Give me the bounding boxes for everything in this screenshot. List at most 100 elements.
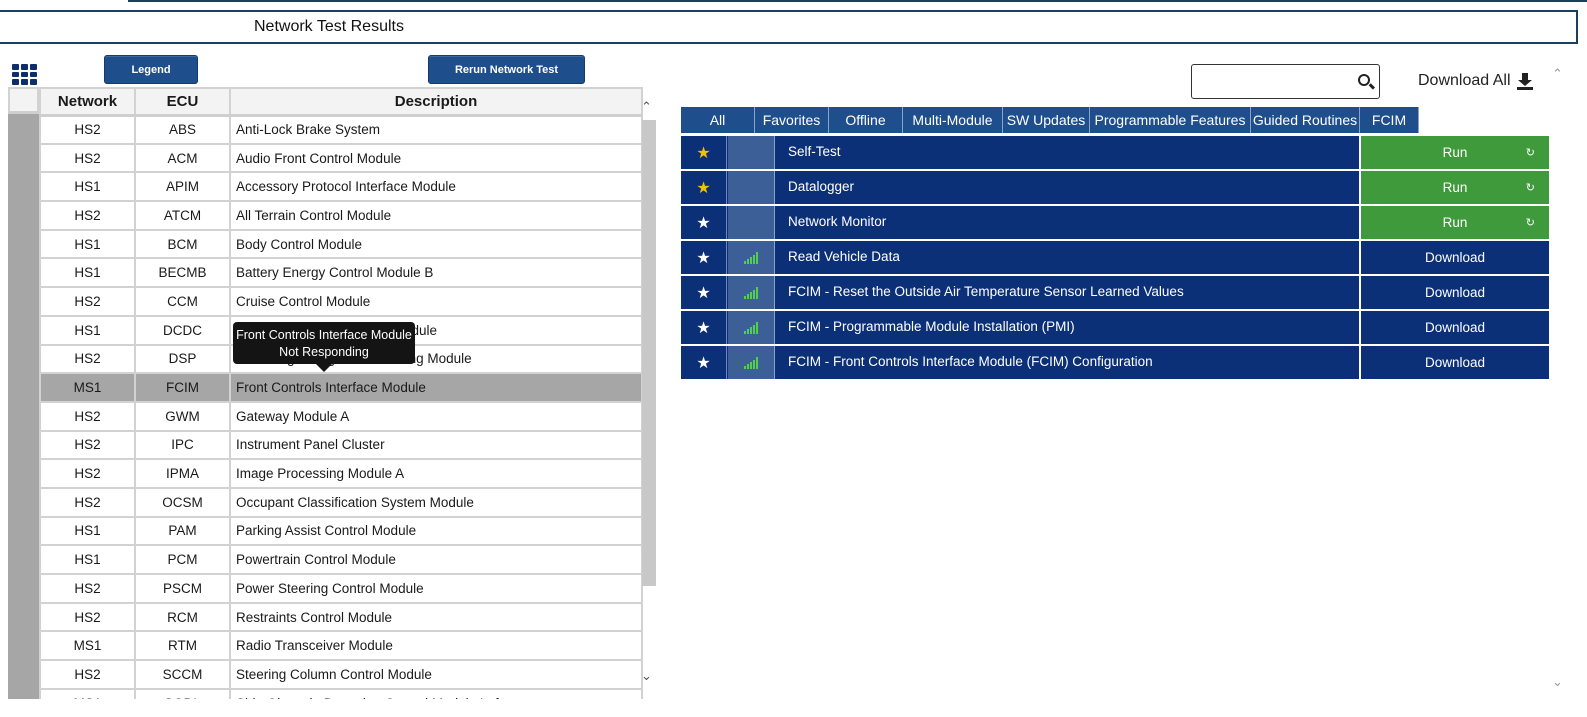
search-icon[interactable] — [1358, 74, 1370, 86]
table-row[interactable]: HS2 GWM Gateway Module A — [39, 400, 643, 432]
tab-sw-updates[interactable]: SW Updates — [1003, 107, 1090, 133]
table-row-gutter — [8, 114, 39, 699]
routine-row[interactable]: ★ FCIM - Programmable Module Installation… — [681, 311, 1549, 344]
tooltip-status: Not Responding — [279, 345, 369, 359]
grid-menu-icon[interactable] — [12, 64, 37, 86]
cell-description: Power Steering Control Module — [229, 573, 643, 604]
refresh-icon: ↻ — [1525, 217, 1535, 229]
cell-network: HS2 — [39, 458, 136, 489]
table-row[interactable]: HS2 IPMA Image Processing Module A — [39, 458, 643, 489]
routine-row[interactable]: ★ Read Vehicle Data Download — [681, 241, 1549, 274]
table-row[interactable]: HS2 CCM Cruise Control Module — [39, 286, 643, 317]
cell-network: HS2 — [39, 659, 136, 690]
routine-row[interactable]: ★ FCIM - Front Controls Interface Module … — [681, 346, 1549, 379]
scroll-down-icon[interactable]: ⌄ — [641, 668, 652, 684]
tab-all[interactable]: All — [681, 107, 755, 133]
tooltip-module-name: Front Controls Interface Module — [236, 328, 412, 342]
table-row[interactable]: HS1 PAM Parking Assist Control Module — [39, 515, 643, 547]
download-button[interactable]: Download — [1359, 346, 1549, 379]
legend-button[interactable]: Legend — [104, 55, 198, 84]
routine-row[interactable]: ★ Self-Test Run ↻ — [681, 136, 1549, 169]
cell-description: Steering Column Control Module — [229, 659, 643, 690]
run-button[interactable]: Run ↻ — [1359, 171, 1549, 204]
cell-ecu: APIM — [134, 171, 231, 203]
table-row[interactable]: HS2 RCM Restraints Control Module — [39, 601, 643, 633]
action-label: Run — [1442, 215, 1468, 230]
scroll-up-icon[interactable]: ⌃ — [641, 99, 652, 115]
download-button[interactable]: Download — [1359, 241, 1549, 274]
download-button[interactable]: Download — [1359, 311, 1549, 344]
table-row[interactable]: HS2 PSCM Power Steering Control Module — [39, 573, 643, 604]
favorite-star-icon[interactable]: ★ — [681, 136, 727, 169]
download-all-label: Download All — [1418, 72, 1511, 89]
refresh-icon: ↻ — [1525, 147, 1535, 159]
cell-network: HS1 — [39, 228, 136, 260]
table-row[interactable]: HS1 BCM Body Control Module — [39, 228, 643, 260]
page-scroll-up-icon[interactable]: ⌃ — [1552, 66, 1563, 82]
table-row[interactable]: HS2 ATCM All Terrain Control Module — [39, 200, 643, 231]
run-button[interactable]: Run ↻ — [1359, 136, 1549, 169]
cell-network: HS2 — [39, 286, 136, 317]
download-all-button[interactable]: Download All — [1418, 72, 1533, 90]
cell-network: HS2 — [39, 486, 136, 518]
cell-description: Anti-Lock Brake System — [229, 114, 643, 145]
routine-name: Read Vehicle Data — [788, 249, 900, 264]
table-scrollbar-thumb[interactable] — [642, 120, 656, 586]
action-label: Download — [1424, 355, 1486, 370]
page-title: Network Test Results — [254, 18, 404, 35]
favorite-star-icon[interactable]: ★ — [681, 241, 727, 274]
cell-network: HS2 — [39, 573, 136, 604]
table-row[interactable]: MS1SODLSide Obstacle Detection Control M… — [39, 687, 643, 699]
tab-offline[interactable]: Offline — [829, 107, 903, 133]
table-row[interactable]: HS2 IPC Instrument Panel Cluster — [39, 429, 643, 461]
table-row[interactable]: HS2 SCCM Steering Column Control Module — [39, 659, 643, 690]
column-header-description[interactable]: Description — [229, 87, 643, 117]
table-row[interactable]: HS1 APIM Accessory Protocol Interface Modu… — [39, 171, 643, 203]
table-row[interactable]: HS2 OCSM Occupant Classification System Mo… — [39, 486, 643, 518]
table-header-gutter — [8, 87, 39, 114]
action-label: Download — [1424, 250, 1486, 265]
cell-description: Side Obstacle Detection Control Module L… — [229, 687, 643, 699]
download-button[interactable]: Download — [1359, 276, 1549, 309]
search-box[interactable] — [1191, 64, 1380, 99]
cell-network: HS1 — [39, 257, 136, 289]
routine-row[interactable]: ★ Datalogger Run ↻ — [681, 171, 1549, 204]
search-input[interactable] — [1198, 71, 1348, 93]
tab-programmable-features[interactable]: Programmable Features — [1090, 107, 1251, 133]
table-scrollbar[interactable] — [640, 100, 657, 688]
routine-tabs: All Favorites Offline Multi-Module SW Update… — [681, 107, 1419, 133]
cell-network: HS1 — [39, 171, 136, 203]
table-row[interactable]: HS1 PCM Powertrain Control Module — [39, 544, 643, 575]
tab-favorites[interactable]: Favorites — [755, 107, 829, 133]
routine-row[interactable]: ★ Network Monitor Run ↻ — [681, 206, 1549, 239]
action-label: Run — [1442, 145, 1468, 160]
table-row[interactable]: HS2 ABS Anti-Lock Brake System — [39, 114, 643, 145]
table-row[interactable]: MS1 FCIM Front Controls Interface Module — [39, 372, 643, 403]
column-header-network[interactable]: Network — [39, 87, 136, 117]
routine-list: ★ Self-Test Run ↻ ★ Datalogger Run ↻ ★ Network Mo… — [681, 136, 1549, 381]
tab-fcim[interactable]: FCIM — [1360, 107, 1419, 133]
favorite-star-icon[interactable]: ★ — [681, 346, 727, 379]
cell-description: Gateway Module A — [229, 400, 643, 432]
cell-ecu: DCDC — [134, 314, 231, 346]
rerun-network-test-button[interactable]: Rerun Network Test — [428, 55, 585, 84]
run-button[interactable]: Run ↻ — [1359, 206, 1549, 239]
routine-name: Datalogger — [788, 179, 855, 194]
favorite-star-icon[interactable]: ★ — [681, 276, 727, 309]
column-header-ecu[interactable]: ECU — [134, 87, 231, 117]
cell-network: MS1 — [39, 687, 136, 699]
routine-name: Self-Test — [788, 144, 841, 159]
favorite-star-icon[interactable]: ★ — [681, 311, 727, 344]
table-row[interactable]: HS2 ACM Audio Front Control Module — [39, 142, 643, 174]
favorite-star-icon[interactable]: ★ — [681, 206, 727, 239]
signal-cell — [728, 311, 775, 344]
tab-guided-routines[interactable]: Guided Routines — [1251, 107, 1360, 133]
routine-row[interactable]: ★ FCIM - Reset the Outside Air Temperatur… — [681, 276, 1549, 309]
favorite-star-icon[interactable]: ★ — [681, 171, 727, 204]
table-row[interactable]: MS1 RTM Radio Transceiver Module — [39, 630, 643, 662]
table-row[interactable]: HS1 BECMB Battery Energy Control Module B — [39, 257, 643, 289]
routine-name: FCIM - Programmable Module Installation … — [788, 319, 1075, 334]
page-scroll-down-icon[interactable]: ⌄ — [1552, 674, 1563, 690]
cell-network: HS2 — [39, 200, 136, 231]
tab-multi-module[interactable]: Multi-Module — [903, 107, 1003, 133]
